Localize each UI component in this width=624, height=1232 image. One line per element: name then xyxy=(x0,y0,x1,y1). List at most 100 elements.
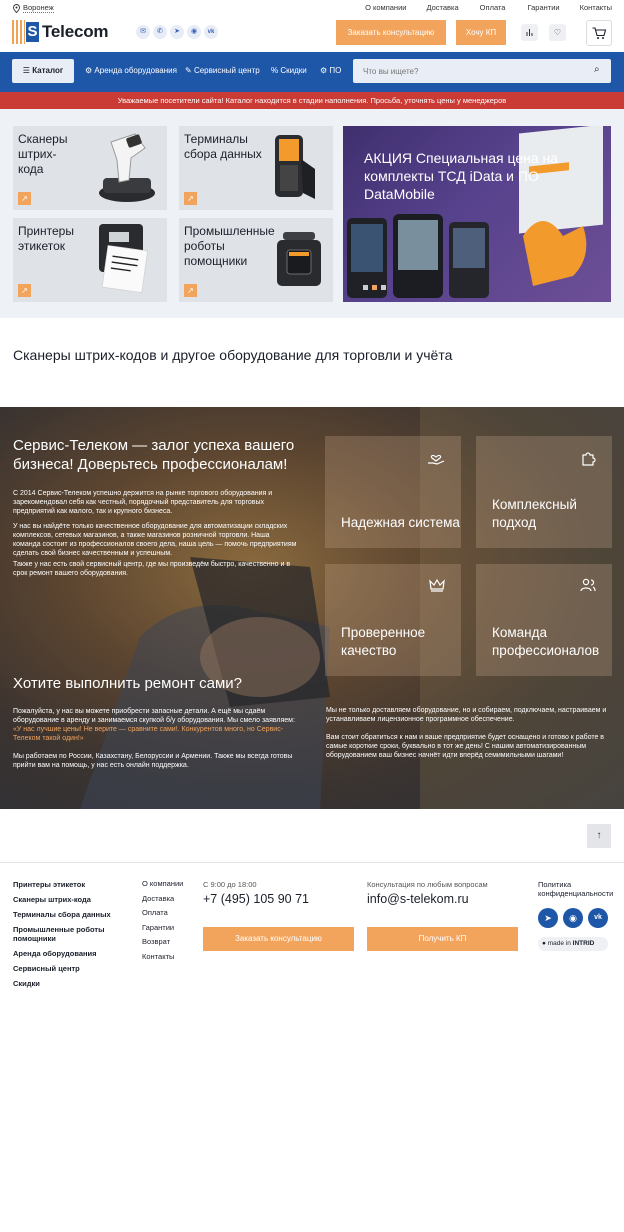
footer-link[interactable]: Промышленные роботы помощники xyxy=(13,925,113,943)
header-kp-button[interactable]: Хочу КП xyxy=(456,20,506,45)
category-tile-printers[interactable]: Принтеры этикеток ↗ xyxy=(13,218,167,302)
mail-icon[interactable]: ✉ xyxy=(136,25,150,39)
crown-icon xyxy=(429,578,445,592)
category-tile-title: Промышленные роботы помощники xyxy=(184,224,275,268)
slider-dots xyxy=(363,285,386,290)
nav-item-discounts[interactable]: % Скидки xyxy=(271,59,307,83)
top-link-delivery[interactable]: Доставка xyxy=(426,3,458,12)
logo-stripes xyxy=(12,20,25,44)
top-link-guarantee[interactable]: Гарантии xyxy=(527,3,559,12)
logo[interactable]: S Telecom xyxy=(12,19,109,45)
scroll-top-button[interactable]: ↑ xyxy=(587,824,611,848)
search-input[interactable] xyxy=(353,59,611,83)
footer-policy-link[interactable]: Политика конфиденциальности xyxy=(538,880,618,898)
logo-mark: S xyxy=(26,22,39,42)
footer-link[interactable]: Скидки xyxy=(13,979,123,988)
cart-icon[interactable] xyxy=(586,20,612,46)
repair-quote-link[interactable]: «У нас лучшие цены! Не верите — сравните… xyxy=(13,726,283,742)
about-paragraph: Также у нас есть свой сервисный центр, г… xyxy=(13,561,291,577)
category-tile-title: Принтеры этикеток xyxy=(18,224,74,253)
footer-link[interactable]: Сканеры штрих-кода xyxy=(13,895,123,904)
users-icon xyxy=(580,578,596,592)
hand-heart-icon xyxy=(428,454,445,465)
city-selector[interactable]: Воронеж xyxy=(13,3,54,13)
footer-kp-button[interactable]: Получить КП xyxy=(367,927,518,951)
category-tile-scanners[interactable]: Сканеры штрих-кода ↗ xyxy=(13,126,167,210)
vk-icon[interactable]: vk xyxy=(204,25,218,39)
slider-dot-active[interactable] xyxy=(372,285,377,290)
made-in-brand: INTRID xyxy=(572,940,595,947)
footer-link[interactable]: О компании xyxy=(142,879,202,889)
header-socials: ✉ ✆ ➤ ◉ vk xyxy=(136,25,218,39)
main-nav: ☰ Каталог ⚙ Аренда оборудования ✎ Сервис… xyxy=(0,52,624,92)
top-link-contacts[interactable]: Контакты xyxy=(580,3,612,12)
feature-card-title: Проверенное качество xyxy=(341,625,426,658)
header: S Telecom ✉ ✆ ➤ ◉ vk Заказать консультац… xyxy=(0,15,624,51)
location-pin-icon xyxy=(13,3,20,13)
nav-item-software-label: ПО xyxy=(329,66,342,75)
footer-link[interactable]: Сервисный центр xyxy=(13,964,123,973)
whatsapp-icon[interactable]: ◉ xyxy=(187,25,201,39)
category-tile-title: Сканеры штрих-кода xyxy=(18,132,68,176)
search-icon[interactable]: ⌕ xyxy=(594,64,600,75)
footer-link[interactable]: Гарантии xyxy=(142,923,202,933)
feature-card: Проверенное качество xyxy=(325,564,461,676)
footer-consult-button[interactable]: Заказать консультацию xyxy=(203,927,354,951)
feature-card-title: Надежная система xyxy=(341,515,460,530)
category-tile-robots[interactable]: Промышленные роботы помощники ↗ xyxy=(179,218,333,302)
footer-link[interactable]: Аренда оборудования xyxy=(13,949,123,958)
notice-banner: Уважаемые посетители сайта! Каталог нахо… xyxy=(0,92,624,109)
footer-link[interactable]: Доставка xyxy=(142,894,202,904)
city-name: Воронеж xyxy=(23,3,54,13)
slider-dot[interactable] xyxy=(363,285,368,290)
printer-image xyxy=(99,224,148,293)
made-in-badge[interactable]: ● made in INTRID xyxy=(538,937,608,951)
arrow-icon: ↗ xyxy=(18,192,31,205)
compare-icon[interactable] xyxy=(521,24,538,41)
about-paragraph: С 2014 Сервис-Телеком успешно держится н… xyxy=(13,490,273,515)
header-consult-button[interactable]: Заказать консультацию xyxy=(336,20,446,45)
footer-link[interactable]: Терминалы сбора данных xyxy=(13,910,123,919)
telegram-icon[interactable]: ➤ xyxy=(170,25,184,39)
footer-link[interactable]: Возврат xyxy=(142,937,202,947)
nav-item-software[interactable]: ⚙ ПО xyxy=(320,59,341,83)
footer-email[interactable]: info@s-telekom.ru xyxy=(367,892,469,906)
viber-icon[interactable]: ✆ xyxy=(153,25,167,39)
top-bar: Воронеж О компании Доставка Оплата Гаран… xyxy=(0,0,624,15)
about-right-paragraph: Вам стоит обратиться к нам и ваше предпр… xyxy=(326,734,605,759)
footer-link[interactable]: Принтеры этикеток xyxy=(13,880,123,889)
nav-item-service[interactable]: ✎ Сервисный центр xyxy=(185,59,260,83)
nav-item-rent-label: Аренда оборудования xyxy=(94,66,177,75)
robot-image xyxy=(277,232,321,286)
catalog-label: Каталог xyxy=(32,66,64,75)
arrow-up-icon: ↑ xyxy=(596,830,602,841)
feature-card: Команда профессионалов xyxy=(476,564,612,676)
about-hero-title: Сервис-Телеком — залог успеха вашего биз… xyxy=(13,437,295,473)
nav-item-rent[interactable]: ⚙ Аренда оборудования xyxy=(85,59,177,83)
footer-phone[interactable]: +7 (495) 105 90 71 xyxy=(203,892,309,906)
promo-slider[interactable]: АКЦИЯ Специальная цена на комплекты ТСД … xyxy=(343,126,611,302)
nav-item-service-label: Сервисный центр xyxy=(193,66,260,75)
footer-link[interactable]: Оплата xyxy=(142,908,202,918)
category-tile-terminals[interactable]: Терминалы сбора данных ↗ xyxy=(179,126,333,210)
favorites-icon[interactable]: ♡ xyxy=(549,24,566,41)
footer-pages: О компании Доставка Оплата Гарантии Возв… xyxy=(142,879,202,967)
terminal-image xyxy=(275,135,315,199)
footer-consult-label: Консультация по любым вопросам xyxy=(367,880,488,889)
catalog-button[interactable]: ☰ Каталог xyxy=(12,59,74,83)
nav-item-discounts-label: Скидки xyxy=(280,66,307,75)
footer-divider xyxy=(0,862,624,863)
about-paragraph: У нас вы найдёте только качественное обо… xyxy=(13,523,297,557)
footer-catalog: Принтеры этикеток Сканеры штрих-кода Тер… xyxy=(13,880,123,994)
feature-card: Надежная система xyxy=(325,436,461,548)
top-links: О компании Доставка Оплата Гарантии Конт… xyxy=(365,3,612,12)
vk-icon[interactable]: vk xyxy=(588,908,608,928)
top-link-payment[interactable]: Оплата xyxy=(480,3,506,12)
logo-text: Telecom xyxy=(42,22,109,41)
telegram-icon[interactable]: ➤ xyxy=(538,908,558,928)
whatsapp-icon[interactable]: ◉ xyxy=(563,908,583,928)
repair-paragraph: Мы работаем по России, Казахстану, Белор… xyxy=(13,753,293,769)
slider-dot[interactable] xyxy=(381,285,386,290)
footer-link[interactable]: Контакты xyxy=(142,952,202,962)
top-link-about[interactable]: О компании xyxy=(365,3,406,12)
